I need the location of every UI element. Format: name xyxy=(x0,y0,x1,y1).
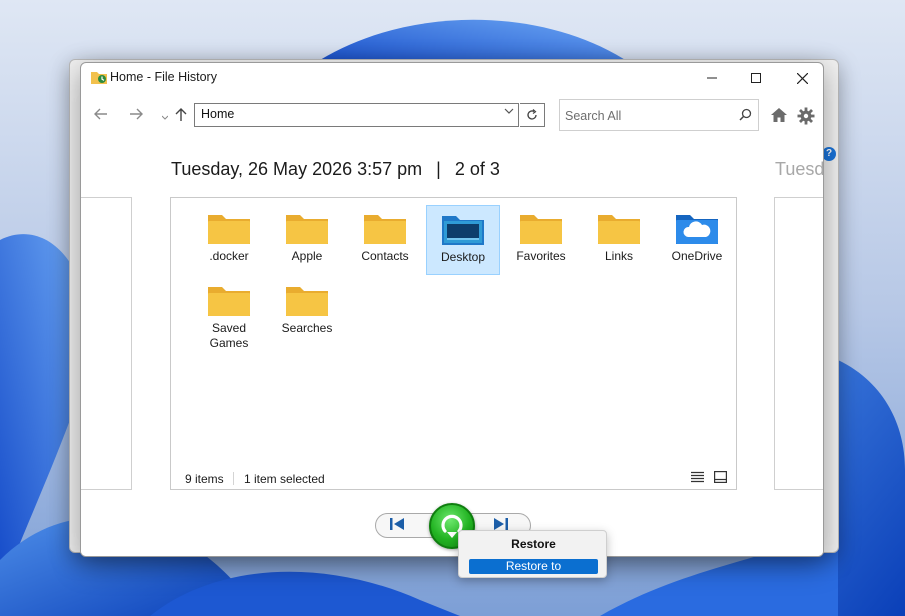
back-arrow-icon[interactable] xyxy=(94,108,108,124)
large-icons-view-icon[interactable] xyxy=(714,471,728,486)
minimize-icon xyxy=(707,77,717,79)
onedrive-folder-icon xyxy=(660,211,734,245)
forward-arrow-icon[interactable] xyxy=(129,108,143,124)
previous-version-button[interactable] xyxy=(389,517,405,536)
folder-item[interactable]: Apple xyxy=(270,205,344,275)
home-icon[interactable] xyxy=(770,107,788,128)
file-list-panel: ​.docker Apple Contacts Desktop Favorites Lin… xyxy=(170,197,737,490)
folder-icon xyxy=(192,211,266,245)
skip-next-icon xyxy=(494,518,508,530)
status-bar: 9 items 1 item selected xyxy=(171,469,736,489)
close-button[interactable] xyxy=(779,63,823,93)
file-label: Favorites xyxy=(516,249,566,263)
recent-dropdown-icon[interactable] xyxy=(161,109,169,125)
folder-icon xyxy=(348,211,422,245)
file-label: Links xyxy=(604,249,633,263)
snapshot-separator: | xyxy=(436,159,441,179)
skip-previous-icon xyxy=(390,518,404,530)
chevron-down-icon[interactable] xyxy=(504,106,514,118)
window-title: Home - File History xyxy=(110,70,217,84)
next-snapshot-date: Tuesday xyxy=(775,159,824,179)
title-bar[interactable]: Home - File History xyxy=(81,63,823,93)
file-label: ​.docker xyxy=(209,249,249,263)
onedrive-folder-item[interactable]: OneDrive xyxy=(660,205,734,275)
folder-icon xyxy=(270,211,344,245)
file-label: OneDrive xyxy=(671,249,723,263)
gear-icon[interactable] xyxy=(797,107,815,130)
snapshot-date: Tuesday, 26 May 2026 3:57 pm xyxy=(171,159,423,179)
search-input[interactable]: Search All xyxy=(559,99,759,131)
folder-icon xyxy=(582,211,656,245)
folder-icon xyxy=(504,211,578,245)
status-divider xyxy=(233,472,234,485)
folder-icon xyxy=(192,283,266,317)
restore-context-menu: Restore Restore to xyxy=(458,530,607,578)
refresh-button[interactable] xyxy=(520,103,545,127)
folder-item[interactable]: Favorites xyxy=(504,205,578,275)
file-label: Apple xyxy=(291,249,323,263)
menu-item-restore-to[interactable]: Restore to xyxy=(469,559,598,574)
file-label: Saved Games xyxy=(209,321,249,350)
selected-count: 1 item selected xyxy=(244,472,325,486)
snapshot-date-line: Tuesday, 26 May 2026 3:57 pm | 2 of 3 xyxy=(171,159,500,180)
folder-item[interactable]: Contacts xyxy=(348,205,422,275)
help-icon[interactable]: ? xyxy=(822,147,836,161)
folder-item[interactable]: Links xyxy=(582,205,656,275)
maximize-button[interactable] xyxy=(733,63,779,93)
next-snapshot-panel[interactable] xyxy=(774,197,823,490)
details-view-icon[interactable] xyxy=(691,471,704,486)
file-label: Contacts xyxy=(361,249,409,263)
file-label: Desktop xyxy=(440,250,486,264)
search-icon[interactable] xyxy=(739,108,752,124)
address-bar[interactable]: Home xyxy=(194,103,519,127)
menu-item-restore[interactable]: Restore xyxy=(469,537,598,552)
toolbar: Home Search All xyxy=(81,99,823,137)
address-text: Home xyxy=(201,107,235,121)
refresh-icon xyxy=(527,109,537,120)
close-icon xyxy=(796,72,808,84)
desktop-folder-icon xyxy=(427,212,499,246)
minimize-button[interactable] xyxy=(689,63,735,93)
search-placeholder: Search All xyxy=(565,109,622,123)
file-history-icon xyxy=(91,72,107,84)
folder-item[interactable]: Searches xyxy=(270,277,344,347)
snapshot-position: 2 of 3 xyxy=(454,159,500,179)
folder-item[interactable]: Saved Games xyxy=(192,277,266,350)
previous-snapshot-panel[interactable] xyxy=(81,197,132,490)
maximize-icon xyxy=(751,73,761,83)
file-history-window: Home - File History Home Search All Tues… xyxy=(80,62,824,557)
folder-item[interactable]: ​.docker xyxy=(192,205,266,275)
file-label: Searches xyxy=(281,321,333,335)
folder-icon xyxy=(270,283,344,317)
desktop-folder-item[interactable]: Desktop xyxy=(426,205,500,275)
up-arrow-icon[interactable] xyxy=(175,108,187,126)
item-count: 9 items xyxy=(185,472,224,486)
